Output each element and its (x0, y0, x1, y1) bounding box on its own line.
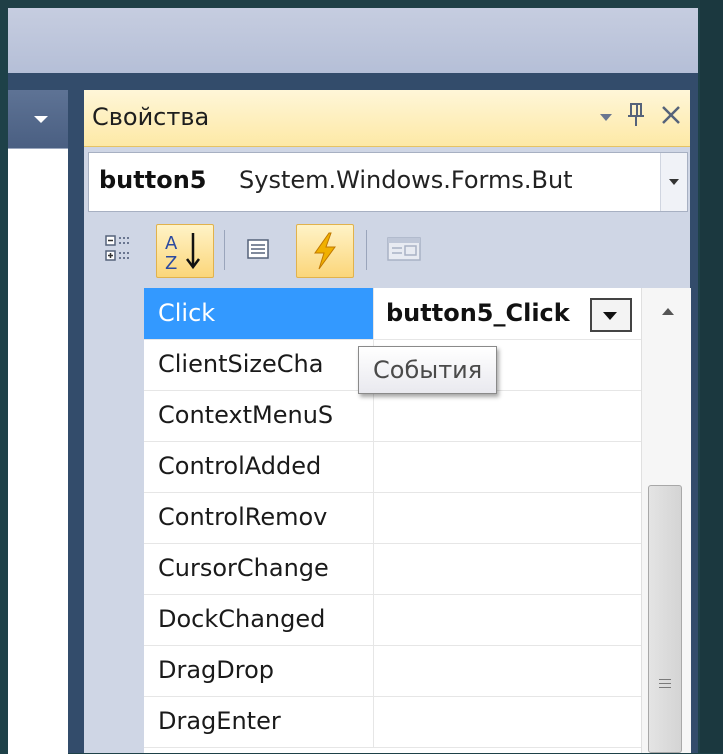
vertical-scrollbar[interactable] (641, 288, 691, 753)
event-handler-field[interactable] (376, 696, 641, 747)
event-handler-field[interactable] (376, 594, 641, 645)
event-name[interactable]: DragDrop (144, 645, 374, 696)
grip-icon (659, 679, 671, 691)
scrollbar-thumb[interactable] (648, 485, 682, 753)
event-name[interactable]: DockChanged (144, 594, 374, 645)
grid-gutter (84, 288, 144, 753)
chevron-down-icon[interactable] (34, 116, 48, 123)
ide-toolbar-band (8, 8, 698, 73)
panel-title-bar: Свойства (84, 90, 690, 147)
event-name[interactable]: Click (144, 288, 374, 339)
event-row[interactable]: DragDrop (144, 645, 641, 697)
chevron-down-icon (669, 179, 679, 185)
event-name[interactable]: DragEnter (144, 696, 374, 747)
properties-toolbar: A Z (84, 216, 690, 286)
object-selector-dropdown[interactable] (660, 153, 687, 211)
alphabetical-icon: A Z (165, 233, 200, 274)
panel-title: Свойства (92, 103, 210, 131)
left-document-area (8, 148, 68, 754)
close-icon[interactable] (660, 104, 682, 130)
handler-dropdown-button[interactable] (590, 298, 632, 332)
property-pages-icon (387, 237, 421, 261)
event-name[interactable]: CursorChange (144, 543, 374, 594)
event-handler-field[interactable] (376, 543, 641, 594)
event-name[interactable]: ControlRemov (144, 492, 374, 543)
property-pages-button (380, 224, 428, 276)
event-row[interactable]: DockChanged (144, 594, 641, 646)
event-handler-field[interactable] (376, 645, 641, 696)
left-document-tab[interactable] (8, 90, 68, 148)
event-name[interactable]: ContextMenuS (144, 390, 374, 441)
events-icon (314, 232, 336, 270)
event-handler-field[interactable] (376, 390, 641, 441)
properties-icon (247, 239, 269, 259)
event-name[interactable]: ClientSizeCha (144, 339, 374, 390)
object-name: button5 (99, 166, 207, 194)
event-row[interactable]: ControlAdded (144, 441, 641, 493)
properties-panel: Свойства button5 System.Windows.Forms.Bu… (84, 90, 691, 753)
slide-frame-right (700, 0, 723, 753)
events-tooltip: События (358, 346, 498, 394)
object-selector[interactable]: button5 System.Windows.Forms.But (88, 152, 688, 212)
properties-button[interactable] (236, 224, 280, 276)
chevron-down-icon (603, 312, 617, 320)
alphabetical-button[interactable]: A Z (156, 224, 214, 278)
toolbar-separator (366, 230, 367, 270)
events-button[interactable] (296, 224, 354, 278)
object-type: System.Windows.Forms.But (239, 166, 573, 194)
event-row[interactable]: DragEnter (144, 696, 641, 748)
dropdown-icon[interactable] (600, 113, 612, 121)
event-row[interactable]: ContextMenuS (144, 390, 641, 442)
categorized-button[interactable] (96, 224, 140, 276)
toolbar-separator (224, 230, 225, 270)
scroll-up-icon[interactable] (662, 308, 674, 315)
event-row[interactable]: ControlRemov (144, 492, 641, 544)
event-handler-field[interactable] (376, 441, 641, 492)
event-name[interactable]: ControlAdded (144, 441, 374, 492)
event-handler-field[interactable] (376, 492, 641, 543)
categorized-icon (105, 235, 130, 261)
svg-text:Z: Z (165, 253, 177, 274)
event-row-click[interactable]: Click button5_Click (144, 288, 641, 340)
pin-icon[interactable] (626, 102, 646, 132)
event-row[interactable]: CursorChange (144, 543, 641, 595)
svg-text:A: A (165, 233, 178, 254)
